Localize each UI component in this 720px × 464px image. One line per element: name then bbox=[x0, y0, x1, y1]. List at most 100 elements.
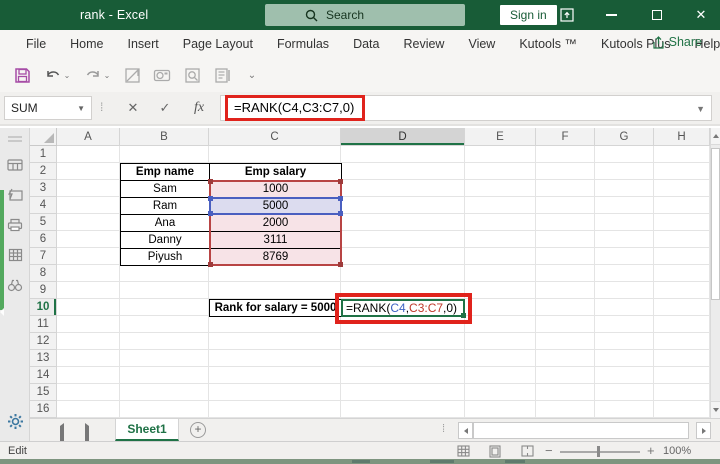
grid-cell-E8[interactable] bbox=[465, 265, 536, 282]
grid-cell-G1[interactable] bbox=[595, 146, 654, 163]
grid-cell-G12[interactable] bbox=[595, 333, 654, 350]
grid-cell-C12[interactable] bbox=[209, 333, 341, 350]
grid-cell-D11[interactable] bbox=[341, 316, 465, 333]
grid-cell-E10[interactable] bbox=[465, 299, 536, 316]
grid-cell-B13[interactable] bbox=[120, 350, 209, 367]
grid-cell-A4[interactable] bbox=[57, 197, 120, 214]
grid-cell-A9[interactable] bbox=[57, 282, 120, 299]
grid-cell-C13[interactable] bbox=[209, 350, 341, 367]
ribbon-tab-page-layout[interactable]: Page Layout bbox=[171, 31, 265, 57]
insert-function-button[interactable]: fx bbox=[186, 98, 212, 118]
minimize-button[interactable] bbox=[592, 0, 630, 30]
grid-cell-D9[interactable] bbox=[341, 282, 465, 299]
emp-salary-cell[interactable]: 1000 bbox=[210, 181, 342, 198]
grid-cell-B11[interactable] bbox=[120, 316, 209, 333]
column-header-D[interactable]: D bbox=[341, 128, 465, 146]
page-break-preview-button[interactable] bbox=[519, 444, 535, 458]
scroll-down-button[interactable] bbox=[711, 401, 720, 418]
grid-cell-A7[interactable] bbox=[57, 248, 120, 265]
grid-cell-G11[interactable] bbox=[595, 316, 654, 333]
grid-cell-F11[interactable] bbox=[536, 316, 595, 333]
scroll-up-button[interactable] bbox=[711, 128, 720, 145]
grid-cell-H16[interactable] bbox=[654, 401, 710, 418]
close-button[interactable]: ✕ bbox=[682, 0, 720, 30]
grid-cell-E4[interactable] bbox=[465, 197, 536, 214]
grid-cell-C16[interactable] bbox=[209, 401, 341, 418]
grid-cell-A12[interactable] bbox=[57, 333, 120, 350]
ribbon-tab-home[interactable]: Home bbox=[58, 31, 115, 57]
emp-name-cell[interactable]: Ana bbox=[121, 215, 210, 232]
grid-cell-G6[interactable] bbox=[595, 231, 654, 248]
grid-cell-A13[interactable] bbox=[57, 350, 120, 367]
redo-dropdown-icon[interactable]: ⌄ bbox=[104, 71, 111, 80]
page-layout-view-button[interactable] bbox=[487, 444, 503, 458]
emp-name-cell[interactable]: Sam bbox=[121, 181, 210, 198]
grid-cell-D6[interactable] bbox=[341, 231, 465, 248]
grid-cell-C15[interactable] bbox=[209, 384, 341, 401]
cancel-button[interactable]: ✕ bbox=[120, 98, 146, 118]
grid-cell-F4[interactable] bbox=[536, 197, 595, 214]
active-formula-cell-D10[interactable]: =RANK(C4,C3:C7,0) bbox=[341, 299, 466, 318]
grid-cell-G4[interactable] bbox=[595, 197, 654, 214]
row-header-7[interactable]: 7 bbox=[30, 248, 57, 265]
grid-cell-G10[interactable] bbox=[595, 299, 654, 316]
grid-cell-B16[interactable] bbox=[120, 401, 209, 418]
grid-cell-H3[interactable] bbox=[654, 180, 710, 197]
row-header-11[interactable]: 11 bbox=[30, 316, 57, 333]
emp-salary-cell[interactable]: 3111 bbox=[210, 232, 342, 249]
grid-cell-E11[interactable] bbox=[465, 316, 536, 333]
grid-cell-E1[interactable] bbox=[465, 146, 536, 163]
grid-cell-E13[interactable] bbox=[465, 350, 536, 367]
grid-cell-F7[interactable] bbox=[536, 248, 595, 265]
emp-name-header-cell[interactable]: Emp name bbox=[121, 164, 210, 181]
zoom-out-button[interactable]: − bbox=[545, 443, 553, 458]
grid-cell-D8[interactable] bbox=[341, 265, 465, 282]
emp-name-cell[interactable]: Piyush bbox=[121, 249, 210, 266]
grid-cell-H11[interactable] bbox=[654, 316, 710, 333]
grid-cell-H13[interactable] bbox=[654, 350, 710, 367]
grid-cell-E15[interactable] bbox=[465, 384, 536, 401]
grid-cell-G5[interactable] bbox=[595, 214, 654, 231]
vertical-scrollbar[interactable] bbox=[710, 128, 720, 418]
grid-cell-D3[interactable] bbox=[341, 180, 465, 197]
ribbon-tab-kutools[interactable]: Kutools ™ bbox=[507, 31, 589, 57]
grid-cell-H8[interactable] bbox=[654, 265, 710, 282]
autotext-pane-button[interactable] bbox=[6, 186, 24, 204]
grid-cell-E14[interactable] bbox=[465, 367, 536, 384]
grid-cell-H5[interactable] bbox=[654, 214, 710, 231]
ribbon-tab-view[interactable]: View bbox=[456, 31, 507, 57]
row-header-3[interactable]: 3 bbox=[30, 180, 57, 197]
grid-cell-A10[interactable] bbox=[57, 299, 120, 316]
column-header-A[interactable]: A bbox=[57, 128, 120, 146]
rank-label-cell[interactable]: Rank for salary = 5000 bbox=[209, 299, 342, 317]
grid-cell-F14[interactable] bbox=[536, 367, 595, 384]
grid-cell-D4[interactable] bbox=[341, 197, 465, 214]
enter-button[interactable]: ✓ bbox=[152, 98, 178, 118]
grid-cell-D1[interactable] bbox=[341, 146, 465, 163]
ribbon-tab-review[interactable]: Review bbox=[391, 31, 456, 57]
grid-cell-B10[interactable] bbox=[120, 299, 209, 316]
emp-salary-cell[interactable]: 5000 bbox=[210, 198, 342, 215]
emp-name-cell[interactable]: Danny bbox=[121, 232, 210, 249]
name-box-dropdown-icon[interactable]: ▼ bbox=[77, 104, 85, 113]
grid-cell-F15[interactable] bbox=[536, 384, 595, 401]
row-header-13[interactable]: 13 bbox=[30, 350, 57, 367]
row-header-5[interactable]: 5 bbox=[30, 214, 57, 231]
undo-dropdown-icon[interactable]: ⌄ bbox=[64, 71, 71, 80]
grid-cell-H15[interactable] bbox=[654, 384, 710, 401]
grid-cell-E7[interactable] bbox=[465, 248, 536, 265]
tab-bar-resize-handle[interactable]: ⁞ bbox=[442, 423, 445, 435]
ribbon-tab-file[interactable]: File bbox=[14, 31, 58, 57]
grid-cell-F12[interactable] bbox=[536, 333, 595, 350]
row-header-1[interactable]: 1 bbox=[30, 146, 57, 163]
emp-name-cell[interactable]: Ram bbox=[121, 198, 210, 215]
row-header-16[interactable]: 16 bbox=[30, 401, 57, 418]
grid-cell-A5[interactable] bbox=[57, 214, 120, 231]
row-header-2[interactable]: 2 bbox=[30, 163, 57, 180]
grid-cell-A6[interactable] bbox=[57, 231, 120, 248]
grid-cell-F2[interactable] bbox=[536, 163, 595, 180]
expand-formula-bar-icon[interactable]: ▼ bbox=[696, 104, 705, 114]
new-sheet-button[interactable]: + bbox=[190, 422, 206, 438]
column-header-F[interactable]: F bbox=[536, 128, 595, 146]
column-header-G[interactable]: G bbox=[595, 128, 654, 146]
